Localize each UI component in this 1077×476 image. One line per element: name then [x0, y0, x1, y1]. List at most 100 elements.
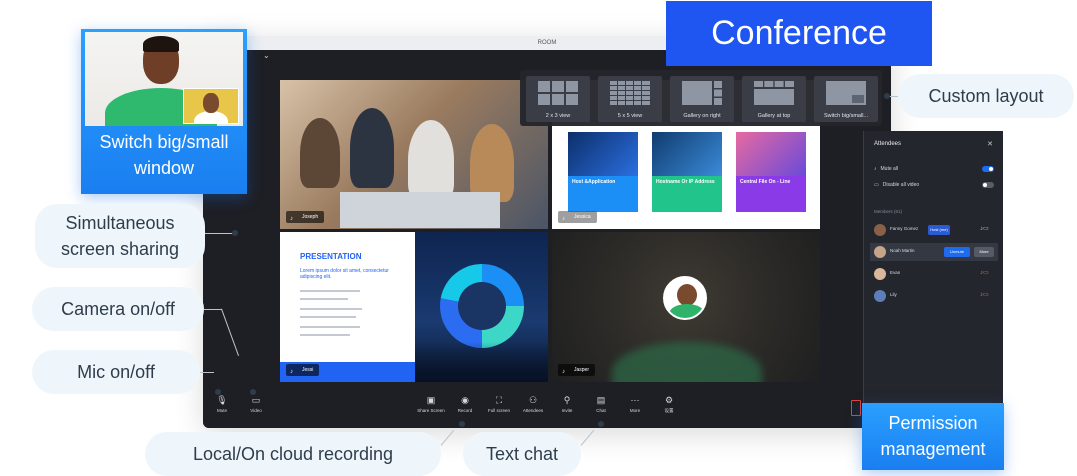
- member-row[interactable]: Noah Martin Unmute More: [870, 243, 998, 261]
- text-line: [300, 334, 350, 336]
- participant-figure: [408, 120, 454, 200]
- text-line: [300, 290, 360, 292]
- participant-figure: [470, 124, 514, 202]
- recording-callout: Local/On cloud recording: [145, 432, 441, 476]
- avatar-face: [677, 284, 697, 306]
- fullscreen-button[interactable]: ⛶ Full screen: [482, 394, 516, 413]
- attendees-button[interactable]: ⚇ Attendees: [516, 394, 550, 413]
- connector-line: [200, 372, 214, 373]
- connector-line: [580, 429, 595, 446]
- city-skyline: [415, 342, 548, 382]
- participant-figure: [350, 108, 394, 188]
- mute-button[interactable]: 🎙 Mute: [205, 394, 239, 413]
- gallery-right-icon: [682, 81, 722, 105]
- mic-callout: Mic on/off: [32, 350, 200, 394]
- control-label: 设置: [664, 408, 674, 413]
- control-bar: 🎙 Mute ▭ Video ▣ Share Screen ◉ Record ⛶…: [203, 390, 891, 428]
- invite-button[interactable]: ⚲ Invite: [550, 394, 584, 413]
- member-name: Lily: [890, 292, 897, 297]
- pip-head: [203, 93, 219, 113]
- layout-option-switch-big-small[interactable]: Switch big/small...: [814, 76, 878, 122]
- participant-name: Jessica: [574, 214, 591, 220]
- avatar: [874, 224, 886, 236]
- person-hair: [143, 36, 179, 52]
- text-line: [300, 308, 362, 310]
- disable-video-row: ▭ Disable all video: [874, 179, 994, 191]
- name-tag: ♪ Jasper: [558, 364, 596, 376]
- layout-option-gallery-top[interactable]: Gallery at top: [742, 76, 806, 122]
- share-screen-button[interactable]: ▣ Share Screen: [414, 394, 448, 413]
- record-icon: ◉: [461, 395, 469, 405]
- pip-window: [183, 88, 239, 124]
- layout-option-2x3[interactable]: 2 x 3 view: [526, 76, 590, 122]
- avatar-shirt: [669, 304, 705, 318]
- close-icon[interactable]: ✕: [987, 140, 993, 148]
- connector-line: [204, 309, 222, 310]
- connector-dot: [215, 389, 221, 395]
- name-tag: ♪ Jessi: [286, 364, 320, 376]
- disable-video-toggle[interactable]: [982, 182, 994, 188]
- avatar: [663, 276, 707, 320]
- member-row[interactable]: Fanny Gomez Host (me) ♪▭: [870, 221, 998, 239]
- members-section-label: Members (61): [874, 209, 903, 214]
- switch-big-small-icon: [826, 81, 866, 105]
- card-image: [568, 132, 638, 176]
- attendees-panel: Attendees ✕ ♪ Mute all ▭ Disable all video…: [863, 131, 1003, 413]
- control-label: Chat: [596, 408, 606, 413]
- mute-all-toggle[interactable]: [982, 166, 994, 172]
- member-name: Noah Martin: [890, 248, 915, 253]
- connector-line: [205, 233, 235, 234]
- avatar: [874, 246, 886, 258]
- chevron-down-icon[interactable]: ⌄: [263, 51, 270, 60]
- layout-picker: 2 x 3 view 5 x 5 view Gallery on right G…: [520, 70, 882, 126]
- card-heading: Hostname Or IP Address: [656, 179, 715, 185]
- connector-dot: [459, 421, 465, 427]
- invite-icon: ⚲: [563, 395, 571, 405]
- member-row[interactable]: Evan ♪▭: [870, 265, 998, 283]
- mute-all-row: ♪ Mute all: [874, 163, 994, 175]
- card-image: [652, 132, 722, 176]
- donut-graphic: [440, 264, 524, 348]
- more-button[interactable]: ⋯ More: [618, 394, 652, 413]
- grid-2x3-icon: [538, 81, 578, 105]
- video-tile-joseph[interactable]: ♪ Joseph: [280, 80, 548, 229]
- record-button[interactable]: ◉ Record: [448, 394, 482, 413]
- avatar: [874, 268, 886, 280]
- unmute-button[interactable]: Unmute: [944, 247, 970, 257]
- presentation-slide: PRESENTATION Lorem ipsum dolor sit amet,…: [280, 232, 415, 382]
- name-tag: ♪ Jessica: [558, 211, 597, 223]
- layout-option-5x5[interactable]: 5 x 5 view: [598, 76, 662, 122]
- gallery-top-icon: [754, 81, 794, 105]
- video-icon: ▭: [874, 182, 879, 188]
- mic-icon: ♪: [290, 216, 293, 222]
- slide-image: [415, 232, 548, 382]
- video-tile-jessi[interactable]: PRESENTATION Lorem ipsum dolor sit amet,…: [280, 232, 548, 382]
- mic-icon: ♪: [290, 369, 293, 375]
- text-line: [300, 326, 360, 328]
- mic-muted-icon: ♪▭: [980, 292, 989, 298]
- card-image: [736, 132, 806, 176]
- video-button[interactable]: ▭ Video: [239, 394, 273, 413]
- mic-muted-icon: ♪▭: [980, 270, 989, 276]
- participant-name: Jessi: [302, 367, 314, 373]
- chat-button[interactable]: ▤ Chat: [584, 394, 618, 413]
- leave-button[interactable]: [851, 400, 861, 416]
- content-card: Central File On - Line: [736, 132, 806, 212]
- simultaneous-sharing-callout: Simultaneous screen sharing: [35, 204, 205, 268]
- layout-label: Switch big/small...: [823, 113, 868, 119]
- layout-option-gallery-right[interactable]: Gallery on right: [670, 76, 734, 122]
- video-tile-jasper[interactable]: ♪ Jasper: [552, 232, 820, 382]
- mic-icon: ♪: [562, 369, 565, 375]
- member-row[interactable]: Lily ♪▭: [870, 287, 998, 305]
- mute-all-label: Mute all: [880, 166, 899, 172]
- layout-label: 2 x 3 view: [545, 113, 571, 119]
- more-button[interactable]: More: [974, 247, 994, 257]
- control-label: Attendees: [522, 408, 544, 413]
- text-line: [300, 298, 348, 300]
- mic-icon: ♪: [562, 216, 565, 222]
- permission-management-callout: Permission management: [862, 403, 1004, 470]
- mic-icon: ♪: [874, 166, 877, 172]
- mic-icon: 🎙: [216, 395, 228, 405]
- settings-button[interactable]: ⚙ 设置: [652, 394, 686, 414]
- switch-window-photo: [85, 32, 243, 126]
